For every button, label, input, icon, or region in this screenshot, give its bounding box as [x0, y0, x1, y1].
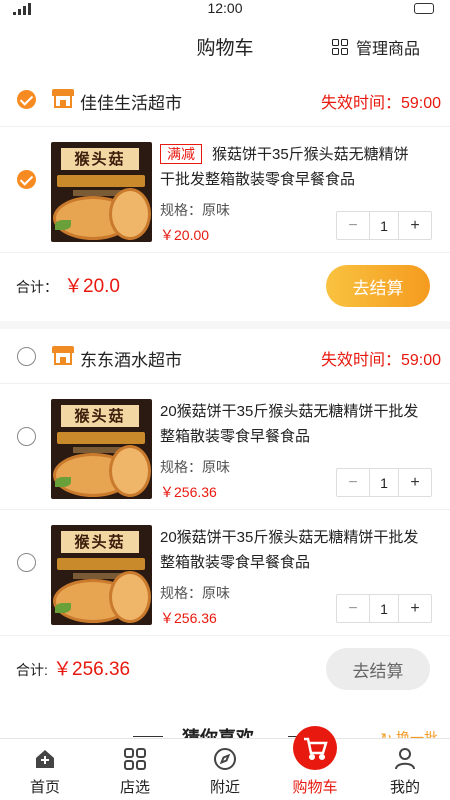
store-icon [52, 89, 74, 109]
store-section: 佳佳生活超市 失效时间：59:00 猴头菇 满减 猴菇饼干35斤猴头菇无糖精饼干批… [0, 72, 450, 321]
product-image-title: 猴头菇 [61, 405, 139, 427]
total-label: 合计： [16, 279, 58, 295]
store-icon [52, 346, 74, 366]
discount-tag: 满减 [160, 144, 202, 164]
product-image[interactable]: 猴头菇 [51, 525, 152, 625]
decrease-button[interactable]: − [337, 469, 369, 496]
total-amount: ￥20.0 [64, 276, 120, 297]
item-select-checkbox[interactable] [17, 170, 36, 189]
tab-home[interactable]: 首页 [0, 739, 90, 800]
item-select-checkbox[interactable] [17, 553, 36, 572]
product-name[interactable]: 20猴菇饼干35斤猴头菇无糖精饼干批发整箱散装零食早餐食品 [160, 399, 422, 449]
status-bar: 12:00 [0, 0, 450, 18]
total-amount: ￥256.36 [53, 659, 131, 680]
manage-goods-button[interactable]: 管理商品 [331, 35, 420, 59]
quantity-stepper: − 1 + [336, 468, 432, 497]
product-image-title: 猴头菇 [61, 531, 139, 553]
product-name[interactable]: 满减 猴菇饼干35斤猴头菇无糖精饼干批发整箱散装零食早餐食品 [160, 142, 422, 192]
grid-icon [124, 748, 146, 770]
home-icon [36, 750, 54, 768]
product-price: ￥20.00 [160, 227, 210, 243]
tab-nearby[interactable]: 附近 [180, 739, 270, 800]
tab-bar: 首页 店选 附近 购物车 我的 [0, 726, 450, 800]
store-select-checkbox[interactable] [17, 90, 36, 109]
product-image-title: 猴头菇 [61, 148, 139, 170]
store-total-row: 合计: ￥256.36 去结算 [0, 636, 450, 704]
product-spec: 规格：原味 [160, 459, 230, 475]
increase-button[interactable]: + [399, 469, 431, 496]
product-spec: 规格：原味 [160, 202, 230, 218]
expire-time: 失效时间：59:00 [320, 352, 441, 369]
store-header: 佳佳生活超市 失效时间：59:00 [0, 72, 450, 127]
product-spec: 规格：原味 [160, 585, 230, 601]
quantity-value[interactable]: 1 [369, 469, 399, 496]
store-section: 东东酒水超市 失效时间：59:00 猴头菇 20猴菇饼干35斤猴头菇无糖精饼干批… [0, 329, 450, 704]
decrease-button[interactable]: − [337, 595, 369, 622]
header: 购物车 管理商品 [0, 18, 450, 72]
product-image[interactable]: 猴头菇 [51, 142, 152, 242]
store-name[interactable]: 佳佳生活超市 [80, 89, 182, 114]
quantity-stepper: − 1 + [336, 211, 432, 240]
cart-item: 猴头菇 20猴菇饼干35斤猴头菇无糖精饼干批发整箱散装零食早餐食品 规格：原味 … [0, 384, 450, 510]
product-image[interactable]: 猴头菇 [51, 399, 152, 499]
cart-item: 猴头菇 满减 猴菇饼干35斤猴头菇无糖精饼干批发整箱散装零食早餐食品 规格：原味 … [0, 127, 450, 253]
total-label: 合计: [16, 662, 48, 678]
item-select-checkbox[interactable] [17, 427, 36, 446]
expire-time: 失效时间：59:00 [320, 95, 441, 112]
tab-store[interactable]: 店选 [90, 739, 180, 800]
decrease-button[interactable]: − [337, 212, 369, 239]
quantity-stepper: − 1 + [336, 594, 432, 623]
checkout-button[interactable]: 去结算 [326, 648, 430, 690]
increase-button[interactable]: + [399, 212, 431, 239]
grid-icon [331, 39, 348, 55]
manage-goods-label: 管理商品 [355, 41, 420, 58]
increase-button[interactable]: + [399, 595, 431, 622]
tab-mine[interactable]: 我的 [360, 739, 450, 800]
divider [133, 736, 163, 737]
tab-cart[interactable]: 购物车 [270, 726, 360, 800]
store-header: 东东酒水超市 失效时间：59:00 [0, 329, 450, 384]
store-name[interactable]: 东东酒水超市 [80, 346, 182, 371]
product-name[interactable]: 20猴菇饼干35斤猴头菇无糖精饼干批发整箱散装零食早餐食品 [160, 525, 422, 575]
checkout-button[interactable]: 去结算 [326, 265, 430, 307]
status-time: 12:00 [207, 0, 243, 16]
divider [0, 321, 450, 329]
product-price: ￥256.36 [160, 610, 217, 626]
recommend-header: 猜你喜欢 ↻ 换一批 [0, 718, 450, 748]
quantity-value[interactable]: 1 [369, 595, 399, 622]
cart-icon [293, 726, 337, 770]
cart-item: 猴头菇 20猴菇饼干35斤猴头菇无糖精饼干批发整箱散装零食早餐食品 规格：原味 … [0, 510, 450, 636]
store-select-checkbox[interactable] [17, 347, 36, 366]
battery-icon [414, 3, 434, 14]
user-icon [395, 748, 415, 770]
quantity-value[interactable]: 1 [369, 212, 399, 239]
store-total-row: 合计： ￥20.0 去结算 [0, 253, 450, 321]
product-price: ￥256.36 [160, 484, 217, 500]
compass-icon [214, 748, 236, 770]
